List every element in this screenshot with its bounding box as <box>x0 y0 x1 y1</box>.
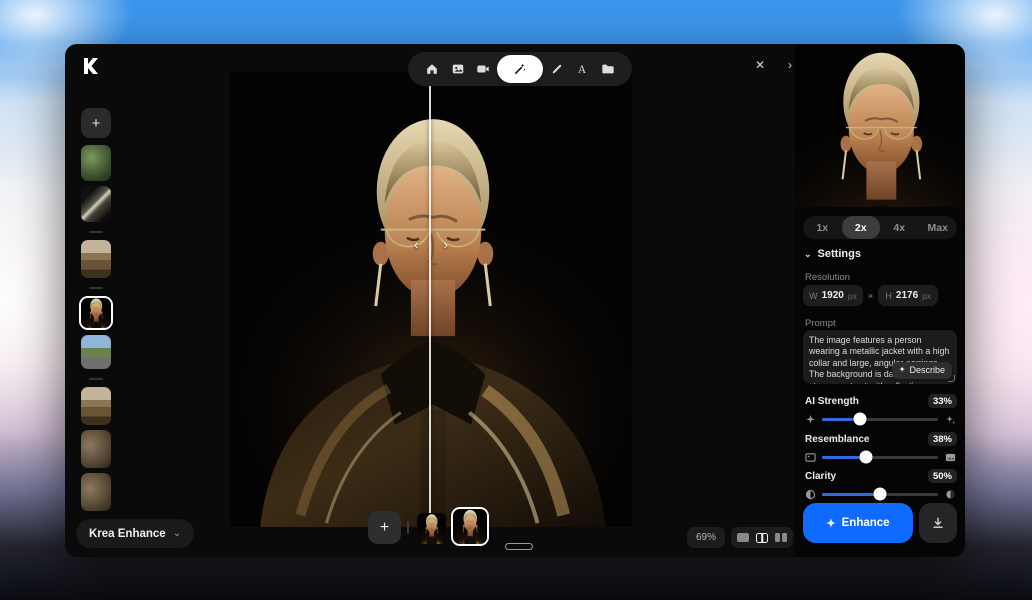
slider-label: Clarity <box>803 471 836 482</box>
slider-track[interactable] <box>822 493 938 496</box>
slider-ai-strength: AI Strength 33% <box>803 394 957 428</box>
width-field[interactable]: W 1920 px <box>803 285 863 306</box>
slider-value-badge: 33% <box>928 394 957 408</box>
scale-option-2x[interactable]: 2x <box>842 216 881 239</box>
mode-switcher[interactable]: Krea Enhance ⌄ <box>76 519 194 548</box>
resolution-label: Resolution <box>805 272 850 283</box>
slider-value-badge: 38% <box>928 432 957 446</box>
home-icon[interactable] <box>420 57 444 81</box>
strip-thumbnail-original[interactable] <box>417 513 446 544</box>
height-field[interactable]: H 2176 px <box>878 285 938 306</box>
width-unit: px <box>848 291 857 301</box>
view-mode-switcher <box>731 527 793 548</box>
compare-slider-line[interactable] <box>429 72 431 527</box>
sparkle-icon: ✦ <box>899 365 906 375</box>
height-value: 2176 <box>896 290 918 301</box>
slider-thumb[interactable] <box>854 413 867 426</box>
enhanced-preview-image[interactable] <box>795 44 965 207</box>
enhance-label: Enhance <box>842 517 890 529</box>
strip-thumbnail-enhanced-selected[interactable] <box>451 507 489 546</box>
single-view-icon[interactable] <box>737 533 749 542</box>
slider-track[interactable] <box>822 456 938 459</box>
chevron-right-icon: › <box>444 237 448 252</box>
thumbnail-interior-2[interactable] <box>81 387 111 425</box>
contrast-high-icon <box>943 489 957 500</box>
sparkle-small-icon <box>803 414 817 425</box>
times-symbol: × <box>868 291 873 301</box>
slider-clarity: Clarity 50% <box>803 469 957 503</box>
contrast-low-icon <box>803 489 817 500</box>
mode-label: Krea Enhance <box>89 528 166 540</box>
resolution-fields: W 1920 px × H 2176 px <box>803 285 957 306</box>
chevron-down-icon: ⌄ <box>173 528 181 539</box>
thumbnail-portrait-selected[interactable] <box>79 296 113 330</box>
folder-icon[interactable] <box>596 57 620 81</box>
magic-wand-icon[interactable] <box>497 55 543 83</box>
text-icon[interactable]: A <box>570 57 594 81</box>
add-image-button[interactable]: + <box>81 108 111 138</box>
svg-text:A: A <box>578 64 587 76</box>
prompt-label: Prompt <box>805 318 836 329</box>
thumbnail-plant[interactable] <box>81 145 111 181</box>
thumbnail-group-photo[interactable] <box>81 430 111 468</box>
app-window: A ✕ › + ‹ › Krea Enhanc <box>65 44 965 557</box>
divider <box>89 231 103 233</box>
image-outline-icon <box>803 452 817 463</box>
slider-track[interactable] <box>822 418 938 421</box>
image-filled-icon <box>943 452 957 463</box>
scale-option-1x[interactable]: 1x <box>803 216 842 239</box>
sparkle-large-icon <box>943 414 957 425</box>
download-button[interactable] <box>919 503 957 543</box>
width-value: 1920 <box>822 290 844 301</box>
toolbar: A <box>408 52 632 86</box>
side-by-side-view-icon[interactable] <box>775 533 787 542</box>
window-controls: ✕ › <box>749 54 801 76</box>
image-icon[interactable] <box>446 57 470 81</box>
chevron-left-icon: ‹ <box>414 237 418 252</box>
chevron-down-icon: ⌄ <box>804 249 812 260</box>
describe-label: Describe <box>909 365 945 377</box>
width-key: W <box>809 291 818 301</box>
video-icon[interactable] <box>471 57 495 81</box>
thumbnail-group-photo-2[interactable] <box>81 473 111 511</box>
slider-label: AI Strength <box>803 396 859 407</box>
scale-option-max[interactable]: Max <box>919 216 958 239</box>
slider-thumb[interactable] <box>860 451 873 464</box>
zoom-level-badge[interactable]: 69% <box>687 527 725 548</box>
scale-selector: 1x 2x 4x Max <box>803 216 957 239</box>
settings-label: Settings <box>818 248 861 260</box>
compare-slider-handle[interactable]: ‹ › <box>414 237 448 252</box>
thumbnail-interior[interactable] <box>81 240 111 278</box>
krea-logo[interactable] <box>80 56 100 76</box>
download-icon <box>931 516 945 530</box>
right-panel: 1x 2x 4x Max ⌄ Settings Resolution W 192… <box>795 44 965 557</box>
thumbnail-car-outdoor[interactable] <box>81 335 111 369</box>
height-unit: px <box>922 291 931 301</box>
divider <box>407 521 409 534</box>
pen-icon[interactable] <box>545 57 569 81</box>
resize-handle[interactable] <box>948 375 955 382</box>
enhance-button[interactable]: ✦ Enhance <box>803 503 913 543</box>
thumbnail-sculpture[interactable] <box>81 186 111 222</box>
describe-button[interactable]: ✦ Describe <box>892 362 952 379</box>
height-key: H <box>885 291 892 301</box>
prompt-textarea[interactable]: The image features a person wearing a me… <box>803 330 957 384</box>
scale-option-4x[interactable]: 4x <box>880 216 919 239</box>
strip-add-button[interactable]: + <box>368 511 401 544</box>
settings-toggle[interactable]: ⌄ Settings <box>804 248 861 260</box>
slider-label: Resemblance <box>803 434 869 445</box>
drag-handle[interactable] <box>505 543 533 550</box>
sidebar: + <box>77 108 115 516</box>
slider-thumb[interactable] <box>874 488 887 501</box>
close-icon[interactable]: ✕ <box>749 54 771 76</box>
slider-resemblance: Resemblance 38% <box>803 432 957 466</box>
canvas-image[interactable]: ‹ › <box>230 72 632 527</box>
slider-value-badge: 50% <box>928 469 957 483</box>
divider <box>89 378 103 380</box>
split-view-icon[interactable] <box>756 533 768 543</box>
divider <box>89 287 103 289</box>
sparkle-icon: ✦ <box>826 517 835 530</box>
